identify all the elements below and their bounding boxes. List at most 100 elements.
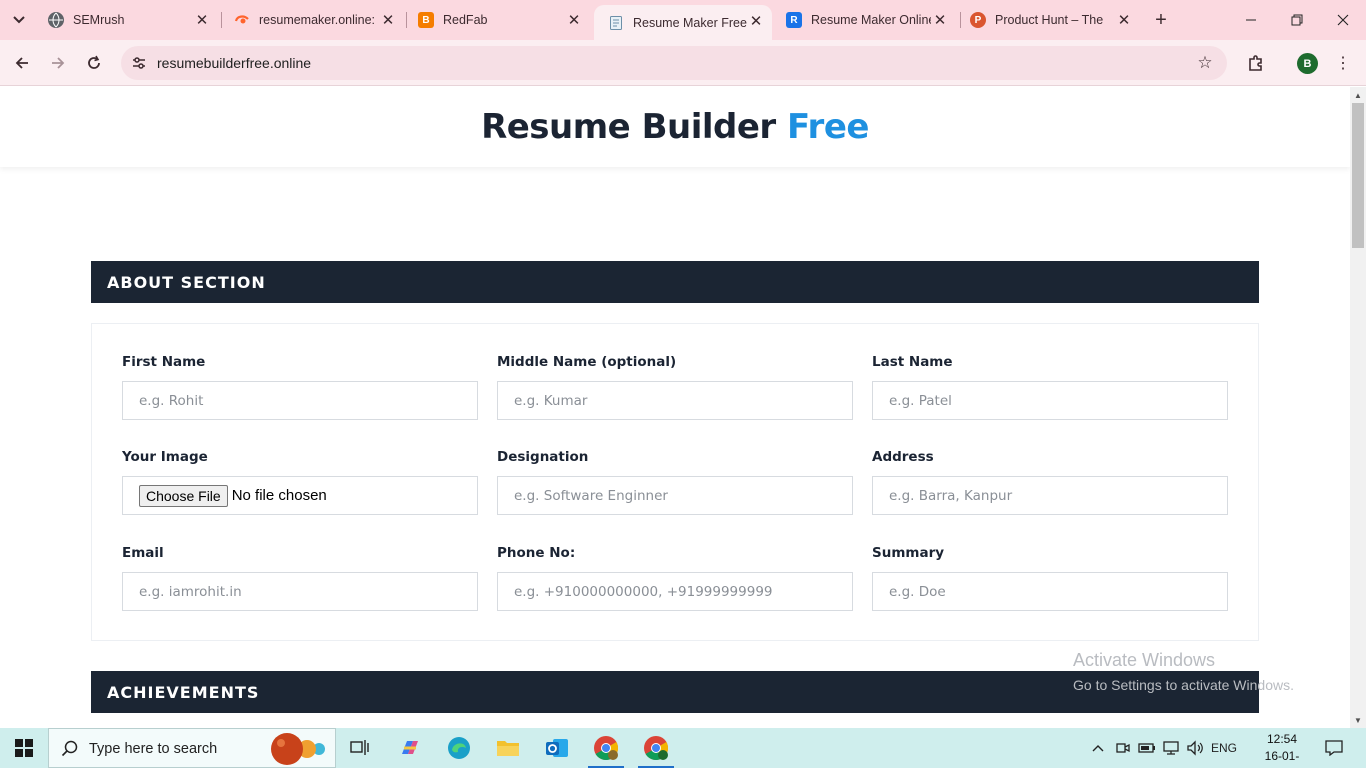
show-hidden-icons[interactable]	[1088, 728, 1108, 768]
meet-now-icon[interactable]	[1112, 728, 1134, 768]
restore-button[interactable]	[1274, 0, 1320, 40]
tab-title: Product Hunt – The b	[995, 13, 1105, 27]
taskbar-search[interactable]: Type here to search	[48, 728, 336, 768]
phone-label: Phone No:	[497, 545, 576, 561]
tab-semrush[interactable]: SEMrush ✕	[34, 0, 218, 40]
system-clock[interactable]: 12:54 16-01-2025	[1252, 731, 1312, 768]
address-bar[interactable]: resumebuilderfree.online ☆	[121, 46, 1227, 80]
middle-name-input[interactable]: e.g. Kumar	[497, 381, 853, 420]
producthunt-icon: P	[970, 12, 986, 28]
tab-redfab[interactable]: B RedFab ✕	[404, 0, 590, 40]
page-title: Resume Builder Free	[481, 107, 869, 147]
phone-input[interactable]: e.g. +910000000000, +91999999999	[497, 572, 853, 611]
edge-button[interactable]	[435, 728, 483, 768]
bookmark-star-icon[interactable]: ☆	[1195, 53, 1215, 73]
title-main: Resume Builder	[481, 107, 787, 147]
task-view-button[interactable]	[336, 728, 384, 768]
tab-title: Resume Maker Free	[633, 15, 747, 30]
semrush-icon	[234, 12, 250, 28]
windows-logo-icon	[15, 739, 33, 757]
watermark-line1: Activate Windows	[1073, 650, 1216, 670]
clock-time: 12:54	[1266, 732, 1298, 746]
designation-label: Designation	[497, 449, 589, 465]
forward-button[interactable]	[44, 49, 72, 77]
middle-name-group: Middle Name (optional) e.g. Kumar	[497, 354, 853, 420]
chrome-profile-button[interactable]	[582, 728, 630, 768]
puzzle-icon	[1249, 55, 1262, 71]
windows-taskbar: Type here to search ENG 12:54 16-01-2025	[0, 728, 1366, 768]
email-label: Email	[122, 545, 164, 561]
arrow-left-icon	[15, 57, 28, 69]
image-file-input: Choose File No file chosen	[122, 476, 478, 515]
battery-icon[interactable]	[1136, 728, 1158, 768]
address-group: Address e.g. Barra, Kanpur	[872, 449, 1228, 515]
scroll-down-icon[interactable]: ▼	[1354, 716, 1362, 725]
task-view-icon	[350, 740, 369, 755]
chrome-icon	[644, 736, 669, 761]
chrome-button[interactable]	[632, 728, 680, 768]
scroll-thumb[interactable]	[1352, 103, 1364, 248]
document-icon	[608, 15, 624, 31]
close-tab-icon[interactable]: ✕	[380, 12, 396, 29]
tab-title: SEMrush	[73, 13, 125, 27]
extensions-button[interactable]	[1242, 49, 1270, 77]
close-tab-icon[interactable]: ✕	[194, 12, 210, 29]
minimize-icon	[1246, 19, 1256, 21]
page-viewport: Resume Builder Free ABOUT SECTION First …	[0, 87, 1350, 728]
site-settings-icon[interactable]	[129, 53, 149, 73]
language-indicator[interactable]: ENG	[1208, 728, 1240, 768]
tab-search-button[interactable]	[6, 7, 32, 33]
summary-input[interactable]: e.g. Doe	[872, 572, 1228, 611]
image-group: Your Image Choose File No file chosen	[122, 449, 478, 515]
first-name-label: First Name	[122, 354, 206, 370]
close-tab-icon[interactable]: ✕	[748, 13, 764, 30]
tab-title: Resume Maker Online	[811, 13, 931, 27]
copilot-button[interactable]	[386, 728, 434, 768]
close-tab-icon[interactable]: ✕	[1116, 12, 1132, 29]
close-window-button[interactable]	[1320, 0, 1366, 40]
about-form: First Name e.g. Rohit Middle Name (optio…	[91, 323, 1259, 641]
phone-group: Phone No: e.g. +910000000000, +919999999…	[497, 545, 853, 611]
network-icon[interactable]	[1160, 728, 1182, 768]
about-section-header: ABOUT SECTION	[91, 261, 1259, 303]
profile-avatar[interactable]: B	[1297, 53, 1318, 74]
email-input[interactable]: e.g. iamrohit.in	[122, 572, 478, 611]
close-tab-icon[interactable]: ✕	[932, 12, 948, 29]
section-heading: ACHIEVEMENTS	[107, 682, 260, 702]
tab-product-hunt[interactable]: P Product Hunt – The b ✕	[956, 0, 1140, 40]
first-name-group: First Name e.g. Rohit	[122, 354, 478, 420]
title-accent: Free	[787, 107, 869, 147]
notifications-button[interactable]	[1320, 728, 1348, 768]
last-name-input[interactable]: e.g. Patel	[872, 381, 1228, 420]
first-name-input[interactable]: e.g. Rohit	[122, 381, 478, 420]
tab-resume-maker-free[interactable]: Resume Maker Free ✕	[594, 5, 772, 40]
chevron-up-icon	[1092, 745, 1104, 752]
new-tab-button[interactable]: +	[1149, 8, 1173, 32]
file-explorer-button[interactable]	[484, 728, 532, 768]
reload-button[interactable]	[80, 49, 108, 77]
resume-icon: R	[786, 12, 802, 28]
address-input[interactable]: e.g. Barra, Kanpur	[872, 476, 1228, 515]
search-placeholder: Type here to search	[89, 741, 218, 757]
back-button[interactable]	[8, 49, 36, 77]
outlook-button[interactable]	[533, 728, 581, 768]
restore-icon	[1291, 14, 1303, 26]
volume-icon[interactable]	[1184, 728, 1206, 768]
chrome-icon	[594, 736, 619, 761]
scroll-up-icon[interactable]: ▲	[1354, 91, 1362, 100]
blogger-icon: B	[418, 12, 434, 28]
page-scrollbar[interactable]: ▲ ▼	[1350, 87, 1366, 728]
more-menu-icon[interactable]: ⋮	[1332, 49, 1354, 77]
designation-input[interactable]: e.g. Software Enginner	[497, 476, 853, 515]
search-icon	[61, 740, 78, 757]
tab-resume-maker-online[interactable]: R Resume Maker Online ✕	[772, 0, 956, 40]
last-name-group: Last Name e.g. Patel	[872, 354, 1228, 420]
tab-title: RedFab	[443, 13, 488, 27]
minimize-button[interactable]	[1228, 0, 1274, 40]
outlook-icon	[546, 739, 568, 757]
close-tab-icon[interactable]: ✕	[566, 12, 582, 29]
choose-file-button[interactable]: Choose File	[139, 484, 228, 507]
start-button[interactable]	[0, 728, 48, 768]
search-highlight-icon	[271, 733, 325, 765]
tab-resumemaker-semrush[interactable]: resumemaker.online: ✕	[220, 0, 404, 40]
